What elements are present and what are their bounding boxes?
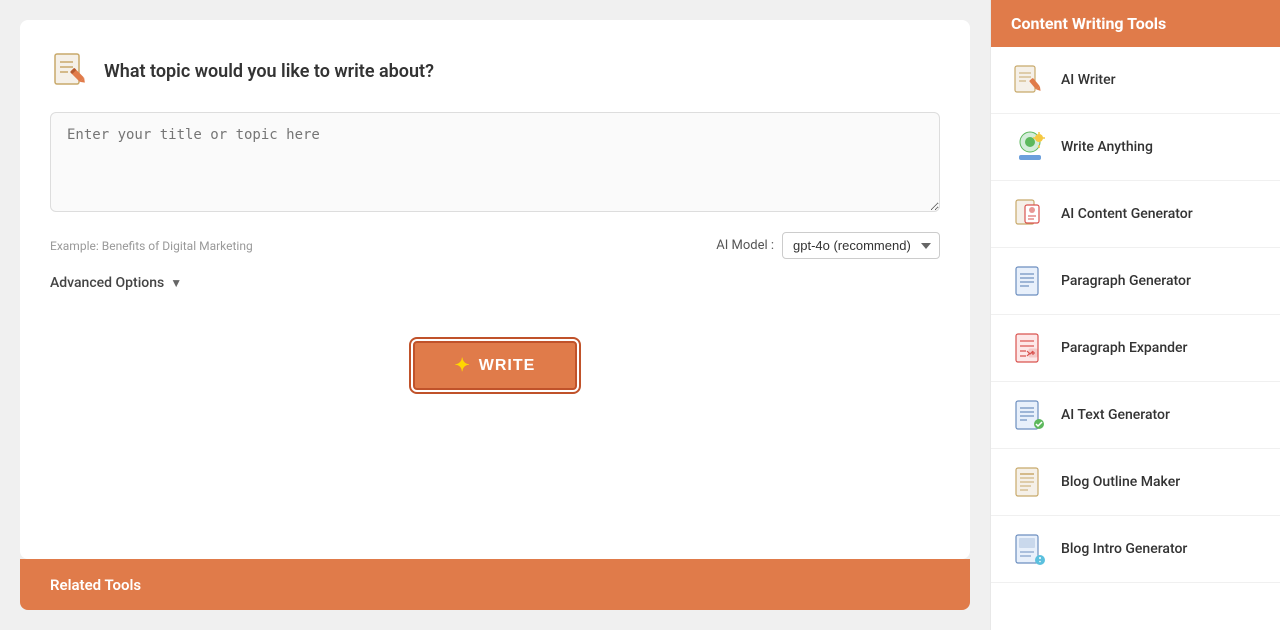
sidebar-item-label-ai-text: AI Text Generator bbox=[1061, 407, 1170, 423]
sidebar-item-label-blog-outline: Blog Outline Maker bbox=[1061, 474, 1180, 490]
card-body: Example: Benefits of Digital Marketing A… bbox=[50, 112, 940, 390]
sidebar-item-label-write-anything: Write Anything bbox=[1061, 139, 1153, 155]
ai-model-label: AI Model : bbox=[716, 238, 774, 253]
example-text: Example: Benefits of Digital Marketing bbox=[50, 239, 253, 253]
ai-content-icon bbox=[1011, 195, 1049, 233]
write-anything-icon bbox=[1011, 128, 1049, 166]
sidebar-item-paragraph-exp[interactable]: Paragraph Expander bbox=[991, 315, 1280, 382]
sidebar-item-label-blog-intro: Blog Intro Generator bbox=[1061, 541, 1187, 557]
ai-writer-icon bbox=[1011, 61, 1049, 99]
related-tools-bar: Related Tools bbox=[20, 559, 970, 610]
sidebar-item-ai-writer[interactable]: AI Writer bbox=[991, 47, 1280, 114]
sidebar-item-label-ai-content: AI Content Generator bbox=[1061, 206, 1193, 222]
paragraph-exp-icon bbox=[1011, 329, 1049, 367]
sidebar-item-label-paragraph-gen: Paragraph Generator bbox=[1061, 273, 1191, 289]
sidebar-item-ai-content[interactable]: AI Content Generator bbox=[991, 181, 1280, 248]
ai-model-select[interactable]: gpt-4o (recommend) bbox=[782, 232, 940, 259]
main-area: What topic would you like to write about… bbox=[0, 0, 990, 630]
paragraph-gen-icon bbox=[1011, 262, 1049, 300]
sidebar-item-ai-text[interactable]: AI Text Generator bbox=[991, 382, 1280, 449]
main-card: What topic would you like to write about… bbox=[20, 20, 970, 559]
write-button-container: ✦ WRITE bbox=[50, 341, 940, 390]
sidebar-item-paragraph-gen[interactable]: Paragraph Generator bbox=[991, 248, 1280, 315]
card-title: What topic would you like to write about… bbox=[104, 61, 434, 82]
main-wrapper: What topic would you like to write about… bbox=[20, 20, 970, 610]
advanced-options-label: Advanced Options bbox=[50, 275, 164, 291]
sidebar-item-label-paragraph-exp: Paragraph Expander bbox=[1061, 340, 1187, 356]
sidebar-item-label-ai-writer: AI Writer bbox=[1061, 72, 1116, 88]
model-row: AI Model : gpt-4o (recommend) bbox=[716, 232, 940, 259]
advanced-options-toggle[interactable]: Advanced Options ▼ bbox=[50, 275, 940, 291]
topic-input[interactable] bbox=[50, 112, 940, 212]
write-button[interactable]: ✦ WRITE bbox=[413, 341, 578, 390]
related-tools-label: Related Tools bbox=[50, 576, 141, 594]
ai-text-icon bbox=[1011, 396, 1049, 434]
write-button-label: WRITE bbox=[479, 357, 536, 375]
sidebar-header: Content Writing Tools bbox=[991, 0, 1280, 47]
sparkle-icon: ✦ bbox=[455, 355, 471, 376]
sidebar-item-write-anything[interactable]: Write Anything bbox=[991, 114, 1280, 181]
blog-outline-icon bbox=[1011, 463, 1049, 501]
sidebar-item-blog-intro[interactable]: Blog Intro Generator bbox=[991, 516, 1280, 583]
blog-intro-icon bbox=[1011, 530, 1049, 568]
sidebar-item-blog-outline[interactable]: Blog Outline Maker bbox=[991, 449, 1280, 516]
chevron-down-icon: ▼ bbox=[170, 276, 182, 290]
card-header: What topic would you like to write about… bbox=[50, 50, 940, 92]
sidebar: Content Writing Tools AI Writer bbox=[990, 0, 1280, 630]
topic-icon bbox=[50, 50, 92, 92]
